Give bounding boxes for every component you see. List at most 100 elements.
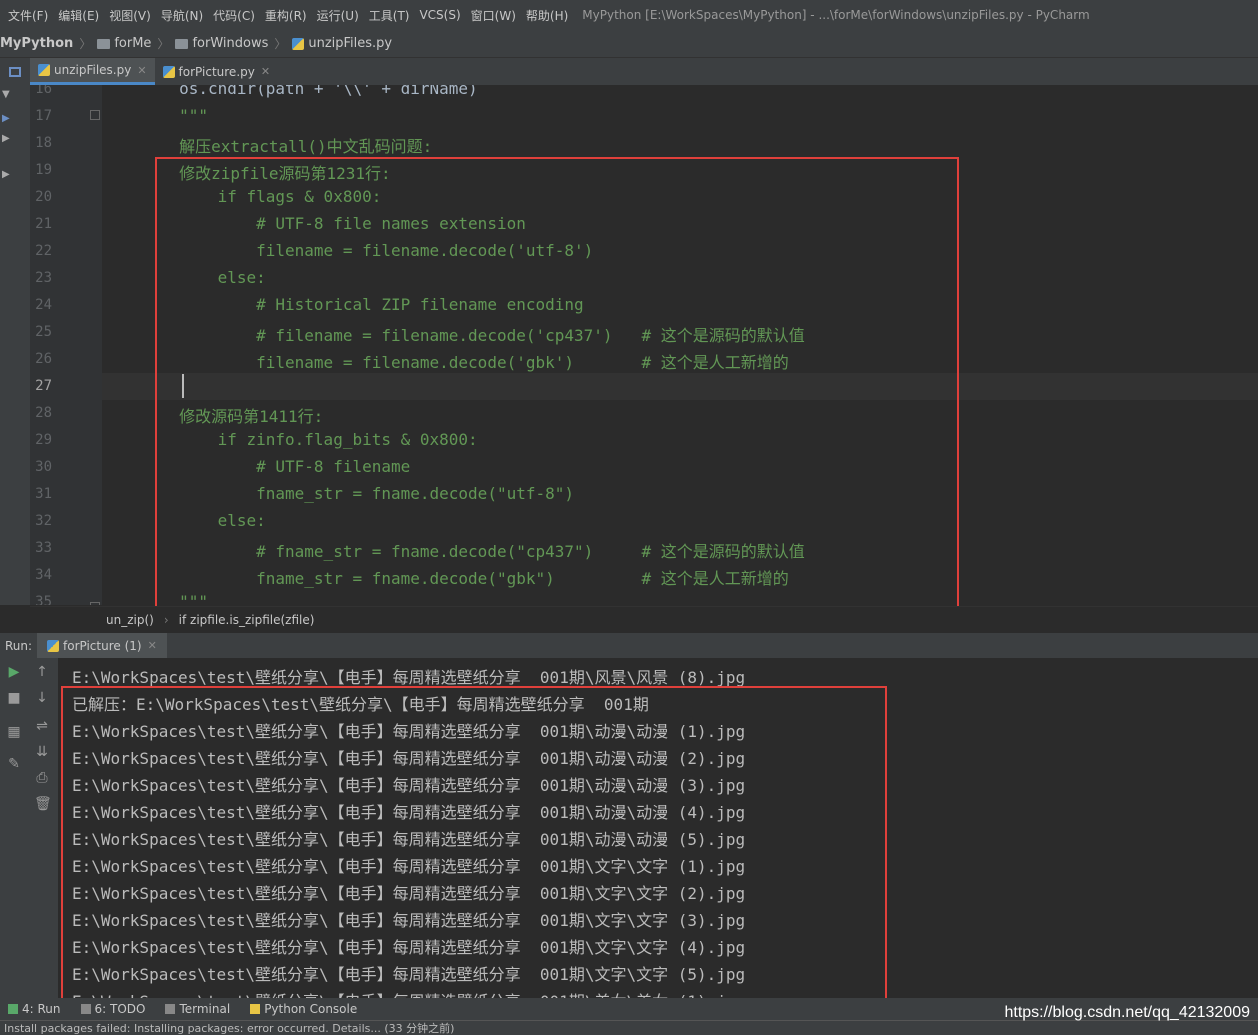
watermark-text: https://blog.csdn.net/qq_42132009: [1004, 1004, 1250, 1021]
line-number: 26: [35, 351, 52, 367]
nav-crumb-forwindows[interactable]: forWindows: [175, 36, 268, 51]
folder-icon: [97, 38, 111, 49]
menu-tools[interactable]: 工具(T): [369, 7, 410, 24]
expand-arrow-icon[interactable]: ▼: [2, 89, 10, 100]
tree-node-icon[interactable]: ▶: [2, 169, 10, 180]
layout-icon[interactable]: ▦: [6, 724, 22, 740]
arrow-down-icon[interactable]: ↓: [34, 690, 50, 706]
tab-forpicture[interactable]: forPicture.py ✕: [155, 58, 279, 85]
rerun-icon[interactable]: ▶: [6, 664, 22, 680]
tool-tab-label: Python Console: [264, 1002, 358, 1016]
line-number: 19: [35, 162, 52, 178]
line-number: 28: [35, 405, 52, 421]
editor-tab-bar: unzipFiles.py ✕ forPicture.py ✕: [0, 58, 1258, 85]
close-icon[interactable]: ✕: [261, 65, 270, 78]
tool-tab-label: 4: Run: [22, 1002, 61, 1016]
highlight-box-output: [61, 686, 887, 1012]
menu-bar: 文件(F) 编辑(E) 视图(V) 导航(N) 代码(C) 重构(R) 运行(U…: [0, 0, 1258, 30]
tool-tab-label: Terminal: [179, 1002, 231, 1016]
arrow-up-icon[interactable]: ↑: [34, 664, 50, 680]
chevron-right-icon: ›: [163, 612, 169, 627]
nav-crumb-label: forWindows: [192, 36, 269, 51]
soft-wrap-icon[interactable]: ⇌: [34, 718, 50, 734]
menu-run[interactable]: 运行(U): [317, 7, 359, 24]
run-tab-forpicture[interactable]: forPicture (1) ✕: [37, 632, 167, 659]
run-tab-label: forPicture (1): [63, 638, 142, 653]
tool-tab-terminal[interactable]: Terminal: [165, 1002, 230, 1016]
fold-icon[interactable]: [90, 602, 100, 605]
menu-view[interactable]: 视图(V): [109, 7, 151, 24]
line-number: 32: [35, 513, 52, 529]
close-icon[interactable]: ✕: [148, 639, 157, 652]
line-number: 24: [35, 297, 52, 313]
line-number: 29: [35, 432, 52, 448]
folder-icon: [175, 38, 189, 49]
line-number: 23: [35, 270, 52, 286]
chevron-right-icon: 〉: [79, 37, 92, 51]
project-tool-button[interactable]: [0, 58, 30, 85]
chevron-right-icon: 〉: [274, 37, 287, 51]
close-icon[interactable]: ✕: [137, 64, 146, 77]
line-number: 31: [35, 486, 52, 502]
line-number: 34: [35, 567, 52, 583]
breadcrumb-if[interactable]: if zipfile.is_zipfile(zfile): [179, 613, 315, 627]
menu-vcs[interactable]: VCS(S): [419, 8, 460, 22]
code-line: os.chdir(path + '\\' + dirName): [102, 85, 478, 98]
tool-tab-run[interactable]: 4: Run: [8, 1002, 61, 1016]
project-tree-strip: ▼ ▶ ▶ ▶: [0, 85, 30, 605]
run-icon: [8, 1004, 18, 1014]
line-number: 25: [35, 324, 52, 340]
nav-crumb-project[interactable]: MyPython: [0, 36, 73, 51]
menu-window[interactable]: 窗口(W): [471, 7, 516, 24]
nav-crumb-label: forMe: [114, 36, 152, 51]
tree-node-icon[interactable]: ▶: [2, 113, 10, 124]
menu-navigate[interactable]: 导航(N): [161, 7, 203, 24]
project-icon: [9, 66, 21, 77]
menu-refactor[interactable]: 重构(R): [265, 7, 307, 24]
terminal-icon: [165, 1004, 176, 1014]
tab-label: forPicture.py: [178, 64, 255, 79]
scroll-to-end-icon[interactable]: ⇊: [34, 744, 50, 760]
line-number: 30: [35, 459, 52, 475]
breadcrumb-function[interactable]: un_zip(): [106, 613, 154, 627]
run-panel-header: Run: forPicture (1) ✕: [0, 632, 1258, 659]
code-breadcrumb: un_zip() › if zipfile.is_zipfile(zfile): [30, 606, 1258, 632]
status-bar[interactable]: Install packages failed: Installing pack…: [0, 1020, 1258, 1035]
fold-icon[interactable]: [90, 110, 100, 120]
stop-icon[interactable]: ■: [6, 690, 22, 706]
tool-tab-label: 6: TODO: [94, 1002, 146, 1016]
line-number: 18: [35, 135, 52, 151]
run-toolbar: ▶ ↑ ■ ↓ ▦ ⇌ ⇊ ✎ ⎙ 🗑: [0, 658, 58, 998]
tool-tab-todo[interactable]: 6: TODO: [80, 1002, 146, 1016]
python-file-icon: [162, 65, 175, 78]
menu-edit[interactable]: 编辑(E): [58, 7, 99, 24]
menu-file[interactable]: 文件(F): [8, 7, 48, 24]
nav-crumb-label: unzipFiles.py: [308, 36, 393, 51]
line-number: 35: [35, 594, 52, 605]
nav-crumb-forme[interactable]: forMe: [97, 36, 151, 51]
python-console-icon: [250, 1004, 261, 1014]
menu-help[interactable]: 帮助(H): [526, 7, 568, 24]
python-file-icon: [47, 639, 59, 652]
trash-icon[interactable]: 🗑: [34, 796, 52, 812]
print-icon[interactable]: ⎙: [34, 770, 50, 786]
list-icon: [80, 1004, 91, 1014]
code-line: 解压extractall()中文乱码问题:: [102, 137, 433, 156]
nav-crumb-file[interactable]: unzipFiles.py: [292, 36, 392, 51]
pin-icon[interactable]: ✎: [6, 756, 22, 772]
menu-code[interactable]: 代码(C): [213, 7, 255, 24]
line-number-gutter: 16 17 18 19 20 21 22 23 24 25 26 27 28 29 30 31 32 33 34 35: [30, 85, 102, 605]
python-file-icon: [292, 37, 305, 50]
code-line: """: [102, 106, 208, 125]
tool-tab-python-console[interactable]: Python Console: [250, 1002, 357, 1016]
line-number: 16: [35, 85, 52, 97]
highlight-box-code: [155, 157, 959, 608]
run-label: Run:: [5, 638, 33, 653]
line-number: 22: [35, 243, 52, 259]
tree-node-icon[interactable]: ▶: [2, 133, 10, 144]
line-number: 33: [35, 540, 52, 556]
tab-unzipfiles[interactable]: unzipFiles.py ✕: [30, 58, 155, 85]
navigation-bar: MyPython 〉 forMe 〉 forWindows 〉 unzipFil…: [0, 30, 1258, 58]
line-number: 20: [35, 189, 52, 205]
console-line: E:\WorkSpaces\test\壁纸分享\【电手】每周精选壁纸分享 001…: [72, 668, 746, 687]
